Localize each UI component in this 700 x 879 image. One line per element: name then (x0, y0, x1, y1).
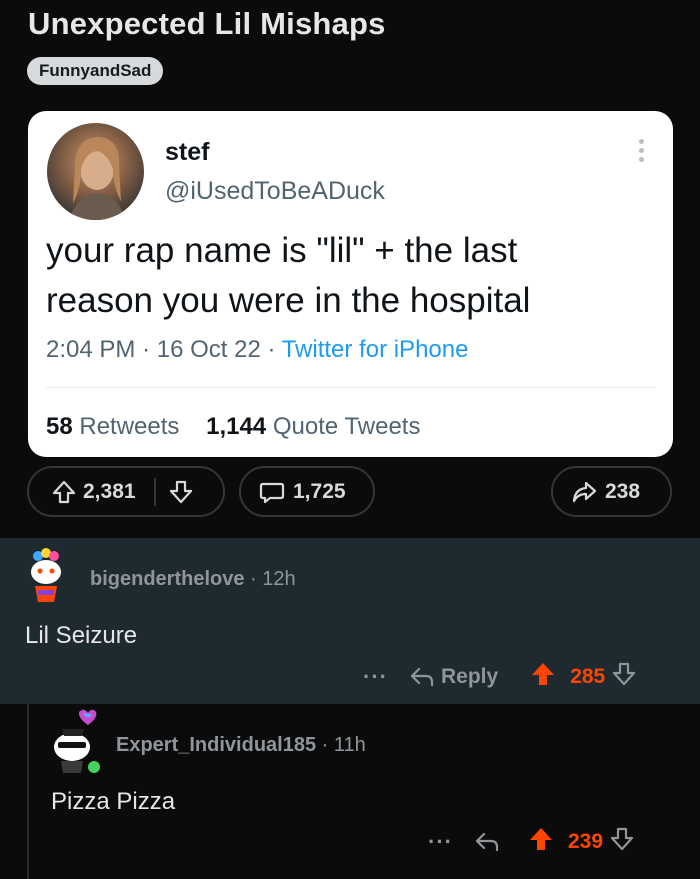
comment-author[interactable]: Expert_Individual185 · 11h (116, 734, 366, 757)
reply-icon (409, 665, 435, 689)
reply-button[interactable] (474, 830, 506, 854)
post-title[interactable]: Unexpected Lil Mishaps (28, 6, 386, 42)
comment-icon (259, 479, 285, 505)
thread-line[interactable] (27, 704, 29, 879)
quote-tweets-count: 1,144 (206, 413, 267, 440)
reply-label: Reply (441, 665, 499, 688)
comment-actions: ··· Reply 285 (363, 661, 637, 693)
tweet-author-name[interactable]: stef (165, 138, 209, 167)
comment-score: 285 (570, 665, 606, 688)
tweet-text-line: your rap name is "lil" + the last (46, 231, 518, 270)
tweet-time: 2:04 PM (46, 336, 136, 363)
separator: · (142, 336, 157, 363)
retweets-count: 58 (46, 413, 73, 440)
avatar[interactable] (48, 709, 104, 775)
divider (153, 477, 156, 506)
comment-age: 11h (333, 734, 366, 756)
username[interactable]: bigenderthelove (90, 568, 244, 590)
tweet-source[interactable]: Twitter for iPhone (282, 336, 469, 363)
tweet-avatar (47, 123, 144, 220)
retweets-label: Retweets (79, 413, 180, 440)
comment-body: Pizza Pizza (51, 788, 176, 815)
post-area: Unexpected Lil Mishaps FunnyandSad stef … (0, 0, 700, 525)
upvote-count: 2,381 (83, 479, 136, 503)
more-icon[interactable]: ··· (363, 664, 409, 690)
reply-icon (474, 830, 500, 854)
tweet-meta: 2:04 PM · 16 Oct 22 · Twitter for iPhone (46, 336, 468, 364)
comment-age: 12h (262, 568, 296, 590)
comment: bigenderthelove · 12h Lil Seizure ··· Re… (0, 538, 700, 704)
comment-score: 239 (568, 830, 604, 853)
downvote-icon[interactable] (611, 661, 637, 693)
comment-author[interactable]: bigenderthelove · 12h (90, 568, 296, 591)
comment-actions: ··· 239 (428, 826, 635, 858)
share-count: 238 (605, 479, 641, 503)
more-icon[interactable] (639, 139, 645, 165)
quote-tweets-label: Quote Tweets (272, 413, 421, 440)
comment-body: Lil Seizure (25, 622, 138, 649)
upvote-icon[interactable] (530, 661, 556, 693)
share-icon (571, 479, 597, 505)
separator: · (321, 734, 334, 756)
downvote-icon[interactable] (609, 826, 635, 858)
tweet-author-handle[interactable]: @iUsedToBeADuck (165, 177, 385, 206)
vote-bar: 2,381 (27, 466, 225, 517)
upvote-icon[interactable] (51, 479, 77, 505)
comments-button[interactable]: 1,725 (239, 466, 375, 517)
tweet-image[interactable]: stef @iUsedToBeADuck your rap name is "l… (28, 111, 673, 457)
tweet-text-line: reason you were in the hospital (46, 281, 531, 320)
post-flair[interactable]: FunnyandSad (27, 57, 164, 85)
comment-reply: Expert_Individual185 · 11h Pizza Pizza ·… (0, 704, 700, 879)
separator: · (267, 336, 282, 363)
avatar[interactable] (24, 548, 68, 606)
upvote-icon[interactable] (528, 826, 554, 858)
tweet-date: 16 Oct 22 (156, 336, 261, 363)
reply-button[interactable]: Reply (409, 665, 498, 689)
downvote-icon[interactable] (168, 479, 194, 505)
comment-count: 1,725 (293, 479, 346, 503)
tweet-text: your rap name is "lil" + the last reason… (46, 226, 656, 326)
tweet-stats: 58 Retweets 1,144 Quote Tweets (46, 413, 420, 441)
more-icon[interactable]: ··· (428, 829, 474, 855)
divider (46, 387, 655, 388)
username[interactable]: Expert_Individual185 (116, 734, 316, 756)
share-button[interactable]: 238 (551, 466, 672, 517)
separator: · (250, 568, 263, 590)
